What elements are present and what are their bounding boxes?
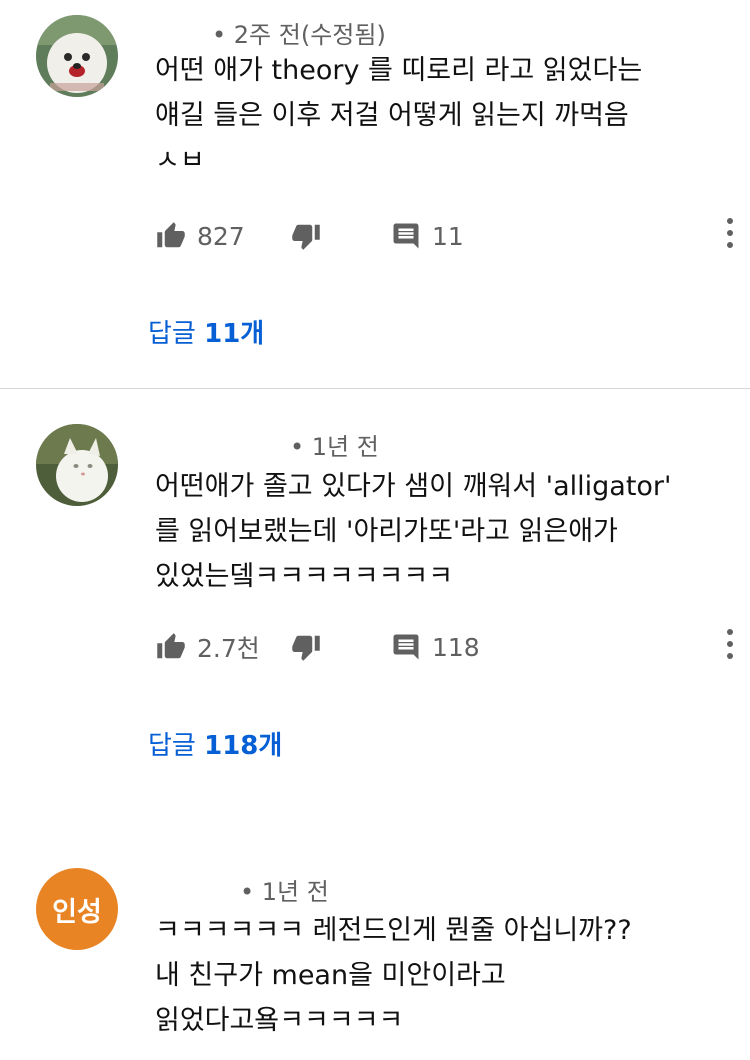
comment-2: • 1년 전 어떤애가 졸고 있다가 샘이 깨워서 'alligator' 를 … [0,389,750,809]
comment-text: 어떤 애가 theory 를 띠로리 라고 읽었다는 얘길 들은 이후 저걸 어… [155,48,725,176]
like-count: 827 [197,221,245,251]
comment-line: 어떤애가 졸고 있다가 샘이 깨워서 'alligator' [155,471,672,502]
thumbs-down-icon [292,224,320,250]
comment-actions: 2.7천 118 [155,627,735,667]
like-button[interactable]: 2.7천 [155,627,260,667]
reply-count: 118 [432,632,480,662]
replies-label: 답글 [148,319,196,349]
comment-meta: • 1년 전 [290,433,379,461]
replies-label: 답글 [148,731,196,761]
comment-meta: • 1년 전 [240,878,329,906]
view-replies-link[interactable]: 답글 11개 [148,313,264,350]
thumbs-down-icon [292,635,320,661]
like-button[interactable]: 827 [155,216,245,256]
comment-line: 읽었다고욬ㅋㅋㅋㅋㅋ [155,1005,404,1036]
avatar-dog[interactable] [36,15,118,97]
reply-button[interactable]: 118 [390,627,480,667]
replies-number: 118개 [204,731,283,761]
thumbs-up-icon [157,633,185,659]
dislike-button[interactable] [290,627,322,667]
avatar-insung[interactable]: 인성 [36,868,118,950]
comment-actions: 827 11 [155,216,735,256]
reply-button[interactable]: 11 [390,216,464,256]
more-vert-icon[interactable] [725,629,735,665]
comment-1: • 2주 전(수정됨) 어떤 애가 theory 를 띠로리 라고 읽었다는 얘… [0,0,750,388]
comment-line: 내 친구가 mean을 미안이라고 [155,960,506,991]
like-count: 2.7천 [197,634,260,663]
comment-line: 얘길 들은 이후 저걸 어떻게 읽는지 까먹음 [155,100,629,131]
comment-line: ㅋㅋㅋㅋㅋㅋ 레전드인게 뭔줄 아십니까?? [155,915,632,946]
comment-3: 인성 • 1년 전 ㅋㅋㅋㅋㅋㅋ 레전드인게 뭔줄 아십니까?? 내 친구가 m… [0,860,750,1060]
comment-line: ㅅㅂ [155,145,205,176]
view-replies-link[interactable]: 답글 118개 [148,725,282,762]
replies-number: 11개 [204,319,265,349]
comment-text: ㅋㅋㅋㅋㅋㅋ 레전드인게 뭔줄 아십니까?? 내 친구가 mean을 미안이라고… [155,908,725,1043]
comment-meta: • 2주 전(수정됨) [212,21,386,49]
dislike-button[interactable] [290,216,322,256]
more-vert-icon[interactable] [725,218,735,254]
comment-line: 있었는뎈ㅋㅋㅋㅋㅋㅋㅋㅋ [155,561,454,592]
comment-line: 어떤 애가 theory 를 띠로리 라고 읽었다는 [155,55,643,86]
cat-avatar-image [36,424,118,506]
avatar-initials: 인성 [52,896,102,928]
dog-avatar-image [36,15,118,97]
comment-line: 를 읽어보랬는데 '아리가또'라고 읽은애가 [155,516,618,547]
reply-comment-icon [393,634,419,660]
reply-comment-icon [393,223,419,249]
avatar-cat[interactable] [36,424,118,506]
comment-text: 어떤애가 졸고 있다가 샘이 깨워서 'alligator' 를 읽어보랬는데 … [155,464,725,599]
thumbs-up-icon [157,222,185,248]
reply-count: 11 [432,221,464,251]
